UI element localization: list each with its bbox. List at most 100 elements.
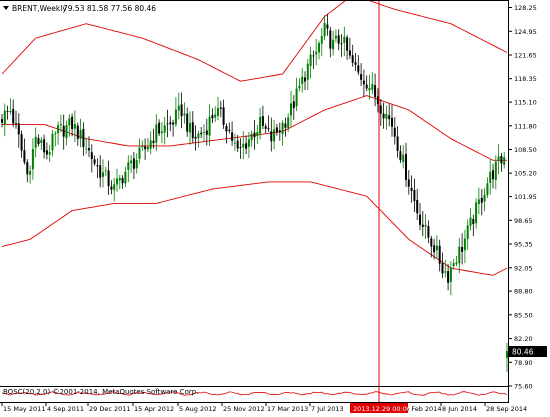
candle-body-bear [222, 107, 225, 125]
candle-body-bear [379, 105, 382, 114]
y-tick-label: 75.60 [514, 383, 533, 391]
price-chart[interactable]: BOSC(20,2,0) ©2001-2014, MetaQuotes Soft… [0, 0, 550, 413]
candle-body-bear [88, 148, 90, 151]
candle-body-bull [466, 225, 469, 240]
x-tick-label: 15 Apr 2012 [134, 405, 174, 413]
candle-body-bull [301, 76, 304, 84]
candle-body-bull [135, 160, 138, 169]
time-axis[interactable]: 15 May 2011 4 Sep 2011 29 Dec 2011 15 Apr 2… [1, 403, 527, 413]
cursor-date-text: 2013.12.29 00:00 [353, 405, 411, 413]
y-tick-label: 124.95 [514, 28, 537, 36]
candle-body-bull [290, 103, 292, 116]
candle-body-bull [309, 54, 312, 66]
candle-body-bull [371, 84, 374, 90]
y-tick-label: 88.80 [514, 288, 533, 296]
candle-body-bear [152, 140, 155, 144]
candle-body-bull [163, 125, 166, 133]
candle-body-bull [306, 63, 309, 80]
candle-body-bear [228, 129, 231, 131]
candle-body-bear [278, 130, 281, 132]
candle-body-bull [59, 124, 62, 126]
candle-body-bear [413, 190, 416, 202]
candle-body-bull [242, 144, 245, 148]
candle-body-bull [203, 132, 205, 133]
x-tick-label: 8 Jun 2014 [442, 405, 477, 413]
candle-body-bull [31, 149, 34, 170]
x-tick-label: 15 May 2011 [3, 405, 45, 413]
candle-body-bear [186, 113, 189, 132]
candle-body-bull [118, 178, 121, 181]
candle-body-bear [354, 62, 357, 65]
candle-body-bear [326, 24, 329, 29]
chart-container: BOSC(20,2,0) ©2001-2014, MetaQuotes Soft… [0, 0, 550, 413]
candle-body-bear [284, 123, 287, 128]
candle-body-bear [500, 156, 503, 164]
candle-body-bear [351, 55, 354, 63]
candle-body-bear [169, 122, 172, 125]
candle-body-bear [480, 197, 483, 203]
candle-body-bear [236, 140, 239, 149]
candle-body-bull [368, 88, 371, 91]
candle-body-bear [45, 150, 48, 155]
candle-body-bull [197, 133, 200, 139]
candle-body-bear [391, 118, 393, 127]
candle-body-bear [99, 165, 102, 178]
candle-body-bull [127, 162, 130, 170]
candle-body-bull [113, 184, 116, 190]
candle-body-bull [449, 267, 452, 282]
candle-body-bear [346, 37, 349, 51]
candle-body-bull [73, 124, 76, 129]
candle-body-bear [441, 263, 444, 274]
candle-body-bull [455, 262, 458, 264]
candle-body-bull [318, 43, 320, 53]
candle-body-bear [292, 101, 295, 109]
candle-body-bear [362, 80, 365, 85]
candle-body-bull [116, 178, 118, 185]
candle-body-bear [205, 130, 208, 135]
candle-body-bull [503, 157, 506, 165]
x-tick-label: 17 Mar 2013 [267, 405, 308, 413]
y-tick-label: 121.65 [514, 52, 537, 60]
candle-body-bear [194, 136, 197, 139]
candle-body-bull [3, 110, 6, 125]
candle-body-bear [62, 125, 65, 137]
candle-body-bull [160, 131, 163, 134]
candle-body-bull [489, 171, 492, 183]
candle-body-bull [477, 199, 480, 204]
candle-body-bear [396, 136, 399, 151]
candle-body-bull [497, 156, 500, 162]
candle-body-bull [463, 238, 466, 251]
candle-body-bear [172, 122, 175, 125]
candle-body-bull [385, 114, 388, 119]
candle-body-bull [208, 116, 211, 136]
x-tick-label: 29 Dec 2011 [89, 405, 131, 413]
candle-body-bear [304, 77, 306, 82]
candle-body-bear [211, 115, 214, 119]
candle-body-bear [12, 108, 15, 124]
candle-body-bear [37, 138, 40, 144]
candle-body-bear [337, 35, 340, 44]
candle-body-bear [410, 187, 413, 191]
candle-body-bull [102, 172, 104, 177]
candle-body-bull [469, 217, 472, 226]
current-price-tag: 80.46 [509, 346, 547, 357]
candle-body-bull [141, 146, 144, 148]
candle-body-bear [329, 30, 332, 49]
candle-body-bear [348, 50, 351, 56]
candle-body-bull [452, 263, 455, 266]
candle-body-bear [225, 125, 228, 132]
candle-body-bear [360, 74, 363, 80]
candle-body-bear [96, 165, 99, 167]
candle-body-bear [110, 186, 113, 190]
candle-body-bull [273, 129, 276, 142]
candle-body-bull [233, 142, 236, 144]
y-tick-label: 92.05 [514, 264, 533, 272]
candle-body-bull [149, 140, 152, 149]
candle-body-bull [217, 108, 219, 116]
y-tick-label: 101.95 [514, 193, 537, 201]
candle-body-bear [107, 170, 110, 187]
candle-body-bull [34, 136, 37, 148]
candle-body-bull [138, 147, 141, 159]
candle-body-bear [15, 123, 17, 125]
candle-body-bear [430, 238, 433, 247]
